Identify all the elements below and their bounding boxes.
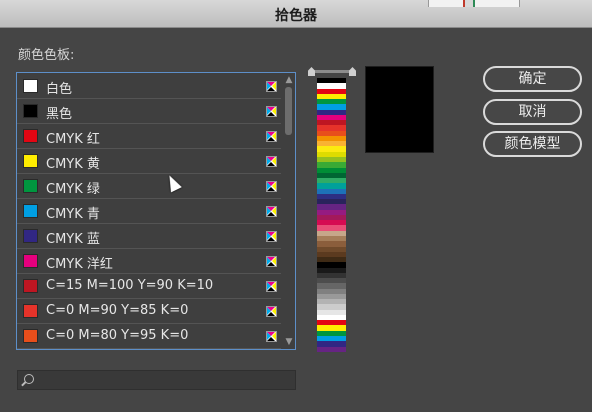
title-bar: 拾色器: [0, 0, 592, 28]
ramp-slider-right-handle[interactable]: [349, 67, 356, 76]
swatch-name: CMYK 红: [46, 132, 100, 147]
cancel-button[interactable]: 取消: [483, 99, 582, 125]
cmyk-process-icon: [266, 206, 277, 217]
swatch-row[interactable]: C=0 M=80 Y=95 K=0: [17, 324, 281, 349]
swatch-row[interactable]: CMYK 红: [17, 124, 281, 149]
swatch-color-chip: [23, 279, 38, 293]
ramp-slider-left-handle[interactable]: [308, 67, 315, 76]
swatch-row[interactable]: CMYK 黄: [17, 149, 281, 174]
ok-button[interactable]: 确定: [483, 66, 582, 92]
color-model-button[interactable]: 颜色模型: [483, 131, 582, 157]
cmyk-process-icon: [266, 106, 277, 117]
swatch-color-chip: [23, 329, 38, 343]
cmyk-process-icon: [266, 231, 277, 242]
swatch-row[interactable]: CMYK 蓝: [17, 224, 281, 249]
swatch-name: CMYK 青: [46, 207, 100, 222]
cmyk-process-icon: [266, 281, 277, 292]
swatch-list[interactable]: 白色黑色 CMYK 红 CMYK 黄 CMYK 绿 CMYK 青 CMYK 蓝 CMYK 洋…: [16, 72, 296, 350]
cmyk-process-icon: [266, 331, 277, 342]
swatch-name: CMYK 绿: [46, 182, 100, 197]
swatch-color-chip: [23, 129, 38, 143]
scroll-down-icon[interactable]: ▼: [284, 337, 294, 347]
swatch-row[interactable]: C=0 M=90 Y=85 K=0: [17, 299, 281, 324]
swatch-list-scrollbar[interactable]: ▲ ▼: [282, 73, 295, 349]
swatch-search-input[interactable]: [38, 372, 292, 390]
swatch-color-chip: [23, 254, 38, 268]
swatch-name: C=15 M=100 Y=90 K=10: [46, 278, 214, 293]
cmyk-process-icon: [266, 131, 277, 142]
swatch-name: C=0 M=90 Y=85 K=0: [46, 303, 189, 318]
swatch-name: CMYK 黄: [46, 157, 100, 172]
color-ramp-slider[interactable]: [308, 66, 356, 78]
cmyk-process-icon: [266, 181, 277, 192]
swatch-color-chip: [23, 154, 38, 168]
swatch-name: 白色: [46, 82, 73, 97]
swatch-row[interactable]: C=15 M=100 Y=90 K=10: [17, 274, 281, 299]
color-ramp[interactable]: [317, 78, 346, 352]
search-icon: [24, 374, 34, 384]
swatch-color-chip: [23, 304, 38, 318]
swatch-row[interactable]: 白色: [17, 74, 281, 99]
swatch-search-field[interactable]: [17, 370, 296, 390]
swatch-name: C=0 M=80 Y=95 K=0: [46, 328, 189, 343]
swatch-name: 黑色: [46, 107, 73, 122]
color-ramp-slider-track: [312, 70, 352, 73]
scroll-thumb[interactable]: [285, 87, 292, 135]
swatches-label: 颜色色板:: [18, 48, 75, 63]
swatch-name: CMYK 洋红: [46, 257, 113, 272]
swatch-row[interactable]: CMYK 青: [17, 199, 281, 224]
swatch-color-chip: [23, 79, 38, 93]
swatch-name: CMYK 蓝: [46, 232, 100, 247]
cmyk-process-icon: [266, 256, 277, 267]
swatch-color-chip: [23, 229, 38, 243]
cmyk-process-icon: [266, 306, 277, 317]
scroll-up-icon[interactable]: ▲: [284, 75, 294, 85]
swatch-color-chip: [23, 179, 38, 193]
swatch-row[interactable]: 黑色: [17, 99, 281, 124]
cmyk-process-icon: [266, 156, 277, 167]
color-preview-swatch: [365, 66, 434, 153]
swatch-color-chip: [23, 204, 38, 218]
swatch-color-chip: [23, 104, 38, 118]
window-title: 拾色器: [275, 8, 317, 24]
swatch-row[interactable]: CMYK 绿: [17, 174, 281, 199]
swatch-row[interactable]: CMYK 洋红: [17, 249, 281, 274]
cmyk-process-icon: [266, 81, 277, 92]
ramp-color-band: [317, 346, 346, 352]
